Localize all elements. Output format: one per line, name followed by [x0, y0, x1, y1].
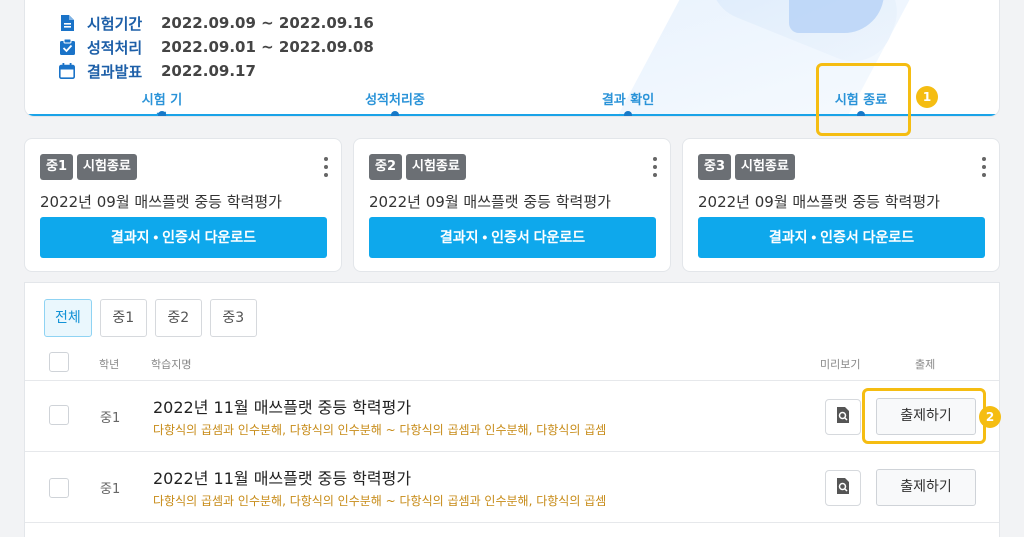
schedule-row-results: 결과발표 2022.09.17 [59, 59, 374, 83]
row-grade: 중1 [100, 482, 121, 497]
annotation-badge-1: 1 [916, 86, 938, 108]
calendar-icon [59, 63, 75, 79]
step-label: 결과 확인 [601, 93, 655, 108]
document-icon [59, 15, 75, 31]
row-worksheet-name: 2022년 11월 매쓰플랫 중등 학력평가 [153, 469, 412, 488]
step-exam-period: 시험 기간 [136, 89, 188, 116]
status-badge: 시험종료 [77, 154, 137, 180]
clipboard-check-icon [59, 39, 75, 55]
filter-grade-2[interactable]: 중2 [154, 299, 202, 337]
row-grade: 중1 [100, 411, 121, 426]
more-vertical-icon[interactable] [321, 157, 331, 177]
table-header: 학년 학습지명 미리보기 출제 [25, 347, 999, 381]
schedule-list: 시험기간 2022.09.09 ~ 2022.09.16 성적처리 2022.0… [59, 11, 374, 83]
step-label: 성적처리중 [365, 93, 425, 108]
schedule-label: 시험기간 [87, 14, 143, 33]
highlight-box-submit [862, 388, 986, 444]
more-vertical-icon[interactable] [650, 157, 660, 177]
grade-tag: 중3 [698, 154, 732, 180]
preview-search-icon [836, 407, 850, 427]
card-title: 2022년 09월 매쓰플랫 중등 학력평가 [698, 193, 940, 211]
row-checkbox[interactable] [49, 405, 69, 425]
schedule-label: 성적처리 [87, 38, 143, 57]
download-certificate-button[interactable]: 결과지 • 인증서 다운로드 [40, 217, 327, 258]
grade-tag: 중1 [40, 154, 74, 180]
row-unit-range: 다항식의 곱셈과 인수분해, 다항식의 인수분해 ~ 다항식의 곱셈과 인수분해… [153, 423, 607, 437]
submit-exam-button[interactable]: 출제하기 [876, 469, 976, 506]
header-preview: 미리보기 [820, 358, 861, 371]
filter-all[interactable]: 전체 [44, 299, 92, 337]
preview-button[interactable] [825, 470, 861, 506]
highlight-box-exam-end [816, 63, 911, 136]
row-worksheet-name: 2022년 11월 매쓰플랫 중등 학력평가 [153, 398, 412, 417]
step-result-check: 결과 확인 [600, 89, 656, 116]
schedule-value: 2022.09.17 [161, 62, 256, 80]
step-dot [391, 111, 399, 116]
download-certificate-button[interactable]: 결과지 • 인증서 다운로드 [369, 217, 656, 258]
schedule-row-grading: 성적처리 2022.09.01 ~ 2022.09.08 [59, 35, 374, 59]
annotation-badge-2: 2 [979, 406, 1001, 428]
schedule-value: 2022.09.01 ~ 2022.09.08 [161, 38, 374, 56]
table-row: 중1 2022년 11월 매쓰플랫 중등 학력평가 다항식의 곱셈과 인수분해,… [25, 452, 999, 523]
schedule-value: 2022.09.09 ~ 2022.09.16 [161, 14, 374, 32]
preview-search-icon [836, 478, 850, 498]
select-all-checkbox[interactable] [49, 352, 69, 372]
row-checkbox[interactable] [49, 478, 69, 498]
grade-card-2: 중2 시험종료 2022년 09월 매쓰플랫 중등 학력평가 결과지 • 인증서… [353, 138, 671, 272]
row-unit-range: 다항식의 곱셈과 인수분해, 다항식의 인수분해 ~ 다항식의 곱셈과 인수분해… [153, 494, 607, 508]
step-grading: 성적처리중 [363, 89, 427, 116]
grade-filter-tabs: 전체 중1 중2 중3 [44, 299, 257, 337]
grade-card-1: 중1 시험종료 2022년 09월 매쓰플랫 중등 학력평가 결과지 • 인증서… [24, 138, 342, 272]
step-dot [158, 111, 166, 116]
worksheet-list-panel: 전체 중1 중2 중3 학년 학습지명 미리보기 출제 중1 2022년 11월… [24, 282, 1000, 537]
step-dot [624, 111, 632, 116]
status-badge: 시험종료 [406, 154, 466, 180]
filter-grade-3[interactable]: 중3 [209, 299, 257, 337]
status-badge: 시험종료 [735, 154, 795, 180]
header-submit: 출제 [915, 358, 936, 371]
card-title: 2022년 09월 매쓰플랫 중등 학력평가 [40, 193, 282, 211]
schedule-row-exam-period: 시험기간 2022.09.09 ~ 2022.09.16 [59, 11, 374, 35]
card-title: 2022년 09월 매쓰플랫 중등 학력평가 [369, 193, 611, 211]
download-certificate-button[interactable]: 결과지 • 인증서 다운로드 [698, 217, 985, 258]
header-worksheet-name: 학습지명 [151, 358, 192, 371]
more-vertical-icon[interactable] [979, 157, 989, 177]
filter-grade-1[interactable]: 중1 [99, 299, 147, 337]
schedule-label: 결과발표 [87, 62, 143, 81]
table-row: 중1 2022년 11월 매쓰플랫 중등 학력평가 다항식의 곱셈과 인수분해,… [25, 381, 999, 452]
preview-button[interactable] [825, 399, 861, 435]
header-grade: 학년 [99, 358, 120, 371]
grade-card-3: 중3 시험종료 2022년 09월 매쓰플랫 중등 학력평가 결과지 • 인증서… [682, 138, 1000, 272]
grade-tag: 중2 [369, 154, 403, 180]
